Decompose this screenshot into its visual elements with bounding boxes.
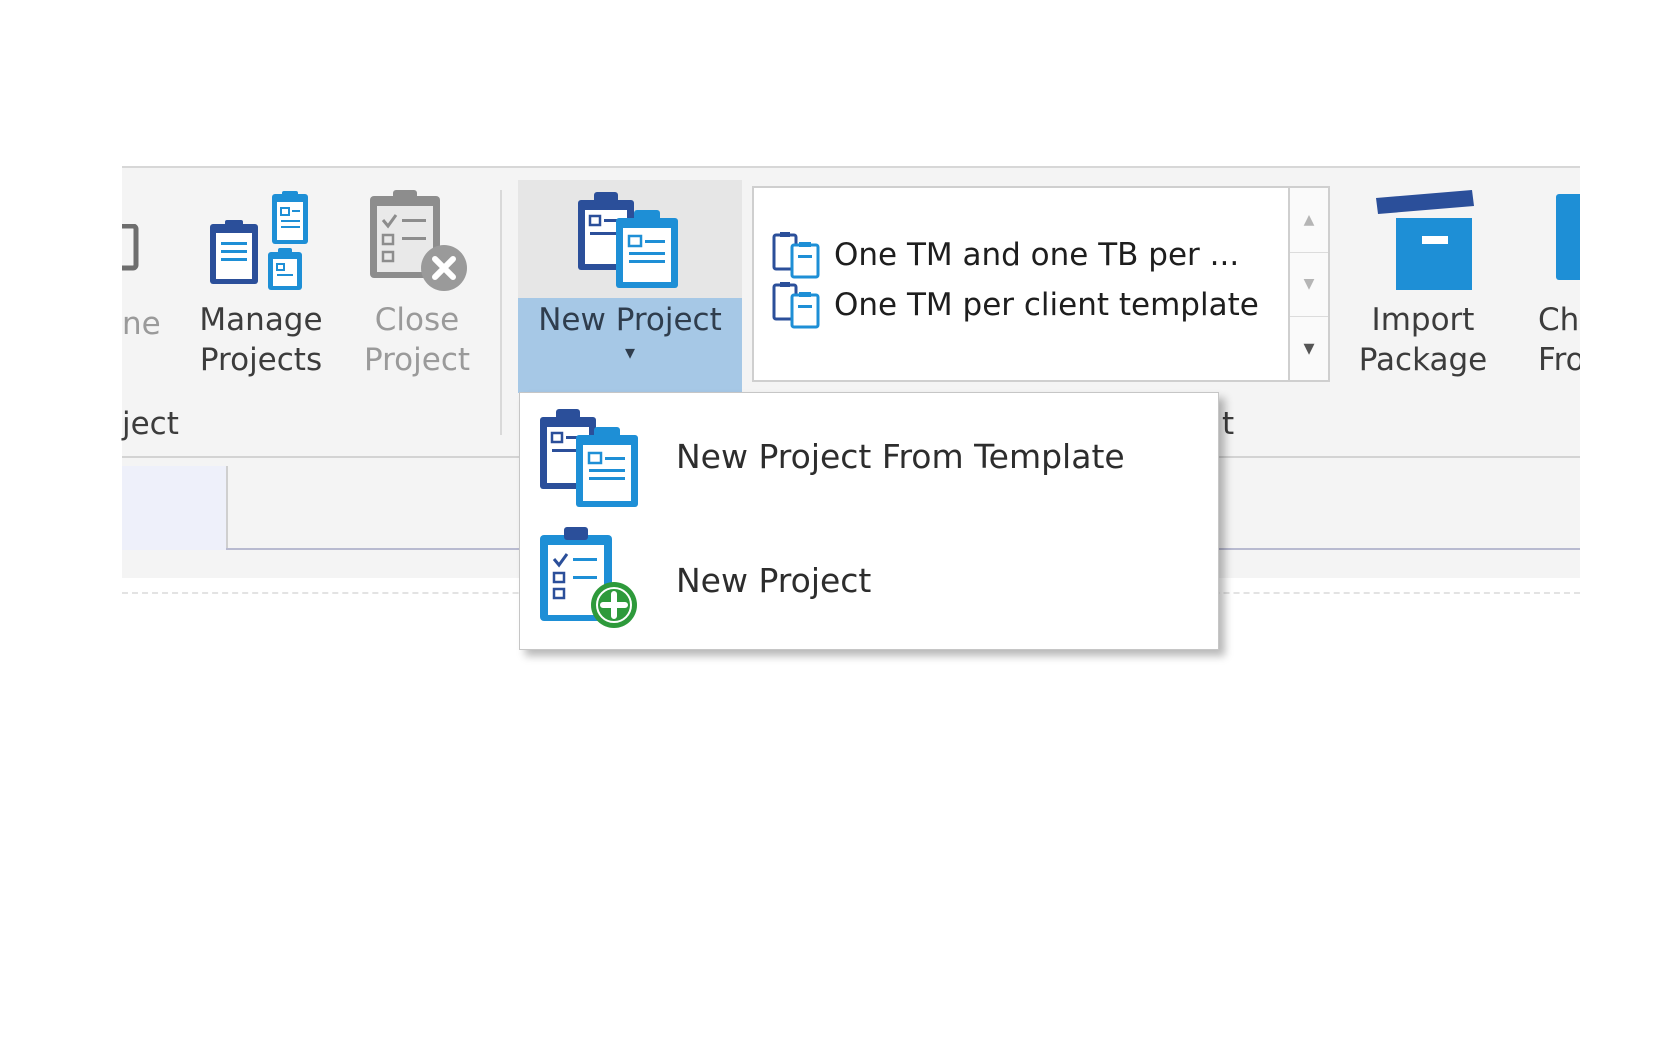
partial-button-label-1: Ch [1538, 302, 1580, 338]
new-project-split-button-dropdown[interactable]: New Project ▾ [518, 298, 742, 393]
gallery-scrollbar: ▲ ▼ ▾ [1290, 186, 1330, 382]
manage-projects-icon [210, 191, 308, 290]
gallery-scroll-down-button[interactable]: ▼ [1290, 252, 1328, 317]
close-project-label-2: Project [363, 342, 471, 378]
expand-gallery-icon: ▾ [1303, 335, 1315, 361]
project-template-icon [540, 409, 638, 507]
gallery-item-label: One TM and one TB per ... [834, 237, 1240, 273]
ribbon-group-label-2: t [1222, 406, 1235, 442]
new-project-icon [578, 192, 678, 288]
import-package-label-2: Package [1358, 342, 1488, 378]
new-project-split-button-main[interactable] [518, 180, 742, 298]
gallery-scroll-up-button[interactable]: ▲ [1290, 188, 1328, 253]
import-package-label-1: Import [1371, 302, 1475, 338]
template-icon [772, 282, 820, 329]
gallery-item-template-2[interactable]: One TM per client template [772, 280, 1259, 330]
gallery-item-template-1[interactable]: One TM and one TB per ... [772, 230, 1239, 280]
manage-projects-label-2: Projects [199, 342, 323, 378]
close-project-button[interactable]: Close Project [352, 190, 482, 390]
chevron-up-icon: ▲ [1303, 212, 1315, 228]
document-tab[interactable] [122, 466, 228, 550]
menu-item-label: New Project From Template [676, 437, 1125, 476]
partial-icon [122, 224, 139, 271]
project-template-gallery: One TM and one TB per ... One TM per cli… [752, 186, 1290, 382]
manage-projects-label-1: Manage [199, 302, 323, 338]
partial-button-label-2: Fro [1538, 342, 1580, 378]
partial-button-label: ne [122, 306, 161, 342]
package-icon [1376, 190, 1474, 290]
partial-ribbon-button-right[interactable]: Ch Fro [1530, 190, 1580, 390]
ribbon-group-separator [500, 190, 502, 435]
manage-projects-button[interactable]: Manage Projects [188, 190, 334, 390]
menu-item-new-project-from-template[interactable]: New Project From Template [520, 397, 1218, 519]
gallery-more-button[interactable]: ▾ [1290, 316, 1328, 380]
close-project-icon [370, 190, 467, 291]
partial-ribbon-button[interactable]: ne [122, 200, 162, 390]
chevron-down-icon: ▾ [624, 340, 636, 364]
new-project-dropdown-menu: New Project From Template New Project [519, 392, 1219, 650]
template-icon [772, 232, 820, 279]
new-project-add-icon [540, 527, 637, 628]
menu-item-label: New Project [676, 561, 872, 600]
gallery-item-label: One TM per client template [834, 287, 1259, 323]
ribbon-group-label: ject [122, 406, 179, 442]
import-package-button[interactable]: Import Package [1350, 190, 1496, 390]
menu-item-new-project[interactable]: New Project [520, 521, 1218, 643]
partial-blue-icon [1556, 194, 1580, 280]
chevron-down-icon: ▼ [1303, 276, 1315, 292]
close-project-label-1: Close [374, 302, 460, 338]
new-project-label: New Project [538, 302, 722, 338]
